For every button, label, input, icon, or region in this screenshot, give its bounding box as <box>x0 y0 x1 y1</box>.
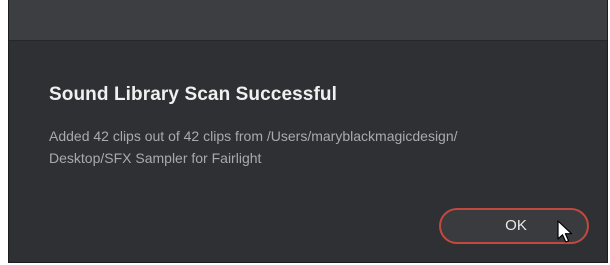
dialog: Sound Library Scan Successful Added 42 c… <box>8 0 608 263</box>
dialog-title: Sound Library Scan Successful <box>49 84 337 105</box>
dialog-message: Added 42 clips out of 42 clips from /Use… <box>49 125 569 169</box>
dialog-title-bar[interactable] <box>9 0 607 41</box>
ok-button[interactable]: OK <box>439 208 589 244</box>
ok-button-label: OK <box>505 217 527 234</box>
dialog-message-line-2: Desktop/SFX Sampler for Fairlight <box>49 150 262 166</box>
dialog-message-line-1: Added 42 clips out of 42 clips from /Use… <box>49 128 458 144</box>
